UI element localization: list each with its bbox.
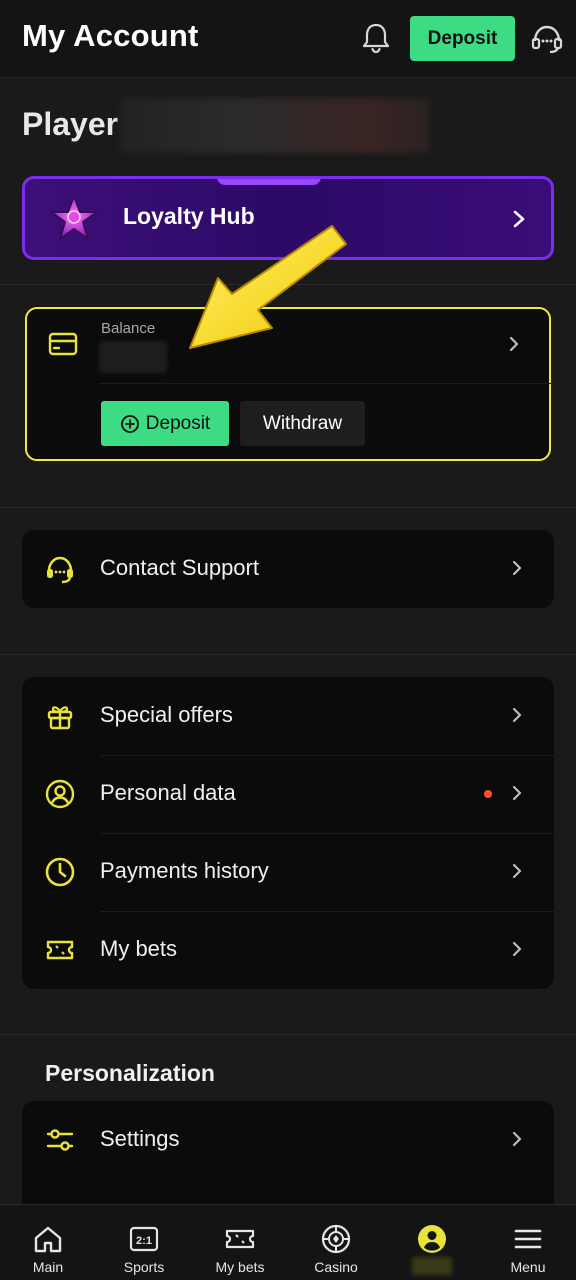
app-header: My Account Deposit bbox=[0, 0, 576, 78]
chevron-right-icon bbox=[509, 336, 519, 352]
personal-data-label: Personal data bbox=[100, 780, 236, 805]
nav-sports[interactable]: 2:1 Sports bbox=[96, 1205, 192, 1280]
scoreboard-icon: 2:1 bbox=[129, 1226, 159, 1252]
balance-divider bbox=[99, 383, 551, 384]
divider bbox=[0, 507, 576, 508]
nav-menu[interactable]: Menu bbox=[480, 1205, 576, 1280]
contact-support-row[interactable]: Contact Support bbox=[22, 530, 554, 608]
credit-card-icon bbox=[48, 332, 78, 356]
notification-dot bbox=[484, 790, 492, 798]
personalization-title: Personalization bbox=[45, 1060, 215, 1086]
balance-label: Balance bbox=[101, 320, 156, 337]
chevron-right-icon bbox=[512, 863, 522, 879]
nav-main[interactable]: Main bbox=[0, 1205, 96, 1280]
nav-menu-label: Menu bbox=[510, 1259, 546, 1275]
loyalty-notch bbox=[217, 179, 321, 185]
nav-my-bets-label: My bets bbox=[215, 1259, 265, 1275]
clock-icon bbox=[45, 857, 75, 887]
headset-icon bbox=[47, 556, 73, 584]
nav-casino-label: Casino bbox=[314, 1259, 358, 1275]
my-bets-row[interactable]: My bets bbox=[22, 911, 554, 989]
page-title: My Account bbox=[22, 18, 199, 53]
settings-row[interactable]: Settings bbox=[22, 1101, 554, 1179]
loyalty-hub-banner[interactable]: Loyalty Hub bbox=[22, 176, 554, 260]
chip-icon bbox=[321, 1224, 351, 1254]
bottom-navigation: Main 2:1 Sports My bets Casino Menu bbox=[0, 1204, 576, 1280]
loyalty-hub-label: Loyalty Hub bbox=[123, 203, 255, 229]
balance-card[interactable]: Balance Deposit Withdraw bbox=[25, 307, 551, 461]
settings-label: Settings bbox=[100, 1126, 180, 1151]
star-icon bbox=[50, 195, 98, 240]
support-card: Contact Support bbox=[22, 530, 554, 608]
bell-icon[interactable] bbox=[358, 20, 394, 56]
ticket-icon bbox=[46, 940, 74, 960]
divider bbox=[0, 1034, 576, 1035]
chevron-right-icon bbox=[512, 560, 522, 576]
divider bbox=[0, 284, 576, 285]
account-icon bbox=[418, 1225, 446, 1253]
svg-text:2:1: 2:1 bbox=[136, 1235, 152, 1247]
chevron-right-icon bbox=[513, 210, 525, 228]
special-offers-row[interactable]: Special offers bbox=[22, 677, 554, 755]
balance-deposit-label: Deposit bbox=[145, 412, 211, 434]
my-bets-label: My bets bbox=[100, 936, 178, 961]
personal-data-row[interactable]: Personal data bbox=[22, 755, 554, 833]
account-menu-card: Special offers Personal data Payments hi… bbox=[22, 677, 554, 989]
sliders-icon bbox=[46, 1129, 74, 1151]
balance-deposit-button[interactable]: Deposit bbox=[101, 401, 229, 446]
divider bbox=[0, 654, 576, 655]
chevron-right-icon bbox=[512, 1131, 522, 1147]
gift-icon bbox=[47, 706, 73, 730]
nav-my-bets[interactable]: My bets bbox=[192, 1205, 288, 1280]
payments-history-row[interactable]: Payments history bbox=[22, 833, 554, 911]
home-icon bbox=[34, 1226, 62, 1253]
player-name-redacted bbox=[120, 98, 430, 153]
balance-value-redacted bbox=[99, 341, 167, 373]
chevron-right-icon bbox=[512, 707, 522, 723]
nav-main-label: Main bbox=[32, 1259, 64, 1275]
nav-account[interactable] bbox=[384, 1205, 480, 1280]
chevron-right-icon bbox=[512, 785, 522, 801]
ticket-icon bbox=[225, 1229, 255, 1249]
header-deposit-button[interactable]: Deposit bbox=[410, 16, 515, 61]
nav-account-label-redacted bbox=[412, 1257, 452, 1275]
hamburger-icon bbox=[514, 1229, 542, 1249]
player-name-label: Player bbox=[22, 106, 119, 142]
personalization-card: Settings bbox=[22, 1101, 554, 1205]
plus-circle-icon bbox=[120, 414, 139, 433]
payments-history-label: Payments history bbox=[100, 858, 269, 883]
headset-icon[interactable] bbox=[528, 20, 566, 58]
user-circle-icon bbox=[45, 779, 75, 809]
special-offers-label: Special offers bbox=[100, 702, 233, 727]
contact-support-label: Contact Support bbox=[100, 555, 259, 580]
withdraw-button[interactable]: Withdraw bbox=[240, 401, 365, 446]
chevron-right-icon bbox=[512, 941, 522, 957]
nav-casino[interactable]: Casino bbox=[288, 1205, 384, 1280]
nav-sports-label: Sports bbox=[123, 1259, 165, 1275]
